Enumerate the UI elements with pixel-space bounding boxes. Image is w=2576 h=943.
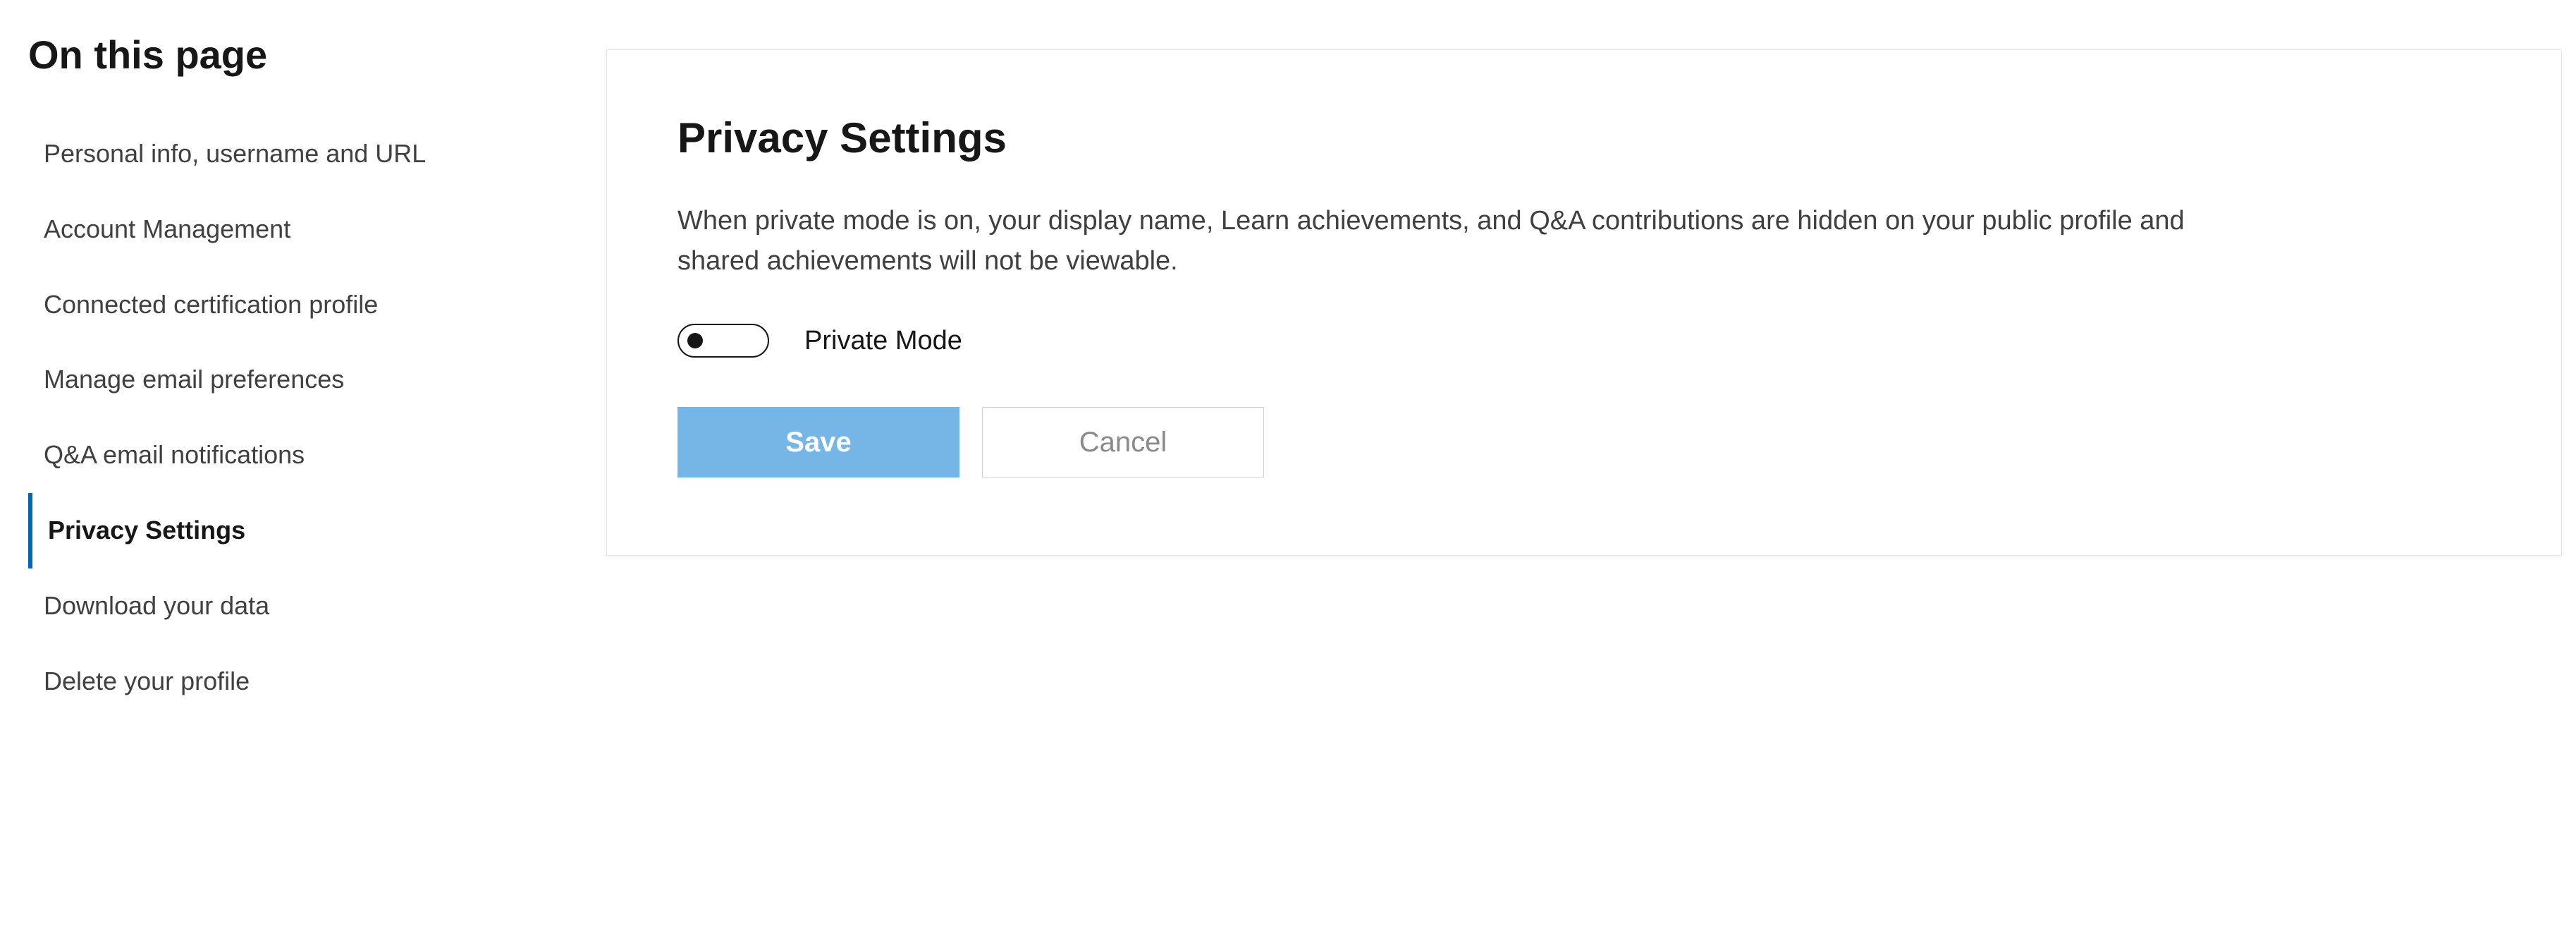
- nav-item-personal-info[interactable]: Personal info, username and URL: [28, 116, 564, 192]
- toggle-knob-icon: [687, 333, 703, 348]
- cancel-button[interactable]: Cancel: [982, 407, 1264, 477]
- nav-item-manage-email-preferences[interactable]: Manage email preferences: [28, 342, 564, 418]
- nav-item-privacy-settings[interactable]: Privacy Settings: [28, 493, 564, 568]
- sidebar-heading: On this page: [28, 32, 564, 78]
- card-description: When private mode is on, your display na…: [677, 201, 2228, 281]
- card-title: Privacy Settings: [677, 114, 2491, 162]
- nav-item-download-your-data[interactable]: Download your data: [28, 568, 564, 644]
- nav-item-account-management[interactable]: Account Management: [28, 192, 564, 267]
- private-mode-label: Private Mode: [804, 326, 962, 356]
- nav-item-connected-certification[interactable]: Connected certification profile: [28, 267, 564, 343]
- private-mode-toggle-row: Private Mode: [677, 324, 2491, 358]
- nav-item-delete-your-profile[interactable]: Delete your profile: [28, 644, 564, 719]
- private-mode-toggle[interactable]: [677, 324, 769, 358]
- button-row: Save Cancel: [677, 407, 2491, 477]
- privacy-settings-card: Privacy Settings When private mode is on…: [606, 49, 2562, 556]
- nav-item-qa-email-notifications[interactable]: Q&A email notifications: [28, 418, 564, 493]
- save-button[interactable]: Save: [677, 407, 959, 477]
- main-panel: Privacy Settings When private mode is on…: [606, 49, 2562, 719]
- on-this-page-nav: On this page Personal info, username and…: [14, 14, 564, 719]
